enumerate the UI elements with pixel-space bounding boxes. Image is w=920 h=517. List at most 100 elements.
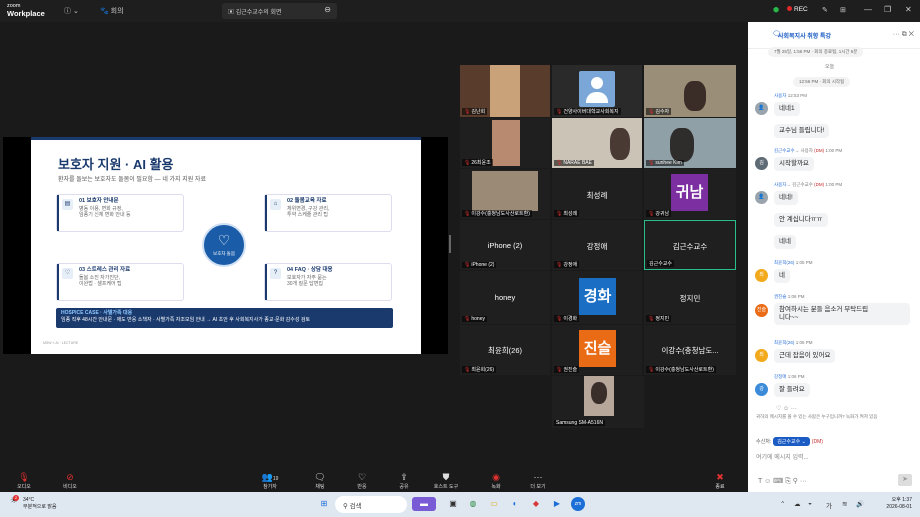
participants-button[interactable]: 👥19 참가자	[250, 471, 290, 490]
taskbar-search[interactable]: ⚲ 검색	[335, 496, 407, 513]
video-tile[interactable]: 귀남 🎙강귀남	[644, 169, 736, 219]
window-restore-button[interactable]: ❐	[884, 5, 891, 14]
minimize-view-icon[interactable]: ⊖	[324, 5, 331, 14]
avatar: 최	[755, 269, 768, 282]
more-button[interactable]: ⋯ 더 보기	[518, 471, 558, 490]
media-player-icon[interactable]: ▶	[550, 497, 564, 511]
participant-name: 김근수교수	[647, 260, 675, 267]
avatar: 진슬	[755, 304, 768, 317]
participant-name: 🎙이경화	[554, 315, 580, 322]
slide-subtitle: 환자를 돌보는 보호자도 돌봄이 필요함 — 네 가지 지원 자료	[58, 177, 206, 183]
end-meeting-button[interactable]: ✖ 종료	[700, 471, 740, 490]
video-tile[interactable]: 경화 🎙이경화	[552, 271, 642, 324]
participant-video	[610, 128, 630, 160]
video-tile[interactable]: honey 🎙honey	[460, 271, 550, 324]
ime-indicator[interactable]: 가	[826, 500, 832, 510]
mic-muted-icon: 🎙	[464, 109, 471, 115]
host-tools-button[interactable]: ⛊ 호스트 도구	[426, 471, 466, 490]
participant-video	[584, 376, 614, 416]
reaction-icons[interactable]: ♡ ☺ ···	[776, 405, 797, 412]
video-tile[interactable]: 🎙sunhee Kim	[644, 118, 736, 168]
windows-start-icon[interactable]: ⊞	[317, 497, 331, 511]
video-tile-active-speaker[interactable]: 김근수교수 김근수교수	[644, 220, 736, 270]
share-button[interactable]: ⇪ 공유	[384, 471, 424, 490]
mic-muted-icon: 🎙	[648, 316, 655, 322]
chat-title: 사회복지사 취향 특강	[778, 34, 832, 40]
chat-header-actions[interactable]: ··· ⧉ ✕	[893, 31, 914, 39]
video-tile[interactable]: 최성례 🎙최성례	[552, 169, 642, 219]
app-icon[interactable]: ◆	[529, 497, 543, 511]
guardian-care-hub: ♡ 보호자 돌봄	[202, 223, 246, 267]
weather-widget[interactable]: ☀ 2 34°C 부분적으로 맑음	[10, 495, 57, 511]
more-icon: ⋯	[533, 472, 543, 482]
chat-message: 네네	[774, 235, 796, 249]
meeting-info-button[interactable]: ⓘ ⌄	[64, 6, 79, 16]
video-tile[interactable]: 이강수(충청남도... 🎙이강수(충청남도사산로트환)	[644, 325, 736, 375]
file-explorer-icon[interactable]: ▭	[487, 497, 501, 511]
message-sender: 김근수교수→ 사용자 (DM) 1:00 PM	[774, 148, 843, 153]
video-tile[interactable]: Samsung SM-A516N	[552, 376, 644, 428]
zoom-app-icon[interactable]: zm	[571, 497, 585, 511]
app-icon[interactable]: ▬	[412, 497, 436, 511]
participant-name: 🎙정지민	[646, 315, 672, 322]
recipient-dropdown[interactable]: 김근수교수 ⌄	[773, 437, 810, 446]
participant-video	[490, 65, 520, 117]
participant-name: 🎙강귀남	[646, 210, 672, 217]
task-view-icon[interactable]: ▣	[446, 497, 460, 511]
video-button[interactable]: ⊘ 비디오	[50, 471, 90, 490]
send-button[interactable]: ➤	[898, 474, 912, 486]
edge-icon[interactable]: ◐	[508, 497, 522, 511]
video-tile[interactable]: 🎙NARAE BAE	[552, 118, 642, 168]
participants-icon: 👥19	[261, 472, 279, 482]
question-icon: ?	[270, 268, 281, 279]
chrome-icon[interactable]: ◍	[466, 497, 480, 511]
video-tile[interactable]: 🎙김난희	[460, 65, 550, 117]
meeting-started-note: 12:56 PM · 회의 시작됨	[793, 77, 851, 87]
react-button[interactable]: ♡ 반응	[342, 471, 382, 490]
annotate-icon[interactable]: ✎	[822, 6, 828, 14]
window-close-button[interactable]: ✕	[905, 5, 912, 14]
participant-name: 🎙김난희	[462, 108, 488, 115]
card-stress-management: ♡ 03 스트레스 관리 자료 돌봄 소진 자가진단, 이완법 · 셀프케어 팁	[56, 263, 184, 301]
chat-message: 네	[774, 269, 790, 283]
audio-button[interactable]: 🎙 오디오	[4, 471, 44, 490]
volume-icon[interactable]: 🔊	[856, 500, 864, 508]
video-tile[interactable]: iPhone (2) 🎙iPhone (2)	[460, 220, 550, 270]
chat-button[interactable]: 🗨 채팅	[300, 471, 340, 490]
participant-video	[492, 120, 520, 166]
video-tile[interactable]: 정지민 🎙정지민	[644, 271, 736, 324]
system-clock[interactable]: 오후 1:37 2026-08-01	[886, 497, 912, 511]
mic-muted-icon: 🎙	[556, 262, 563, 268]
chat-input-toolbar[interactable]: T ☺ ⌨ ⎘ ⚲ ···	[758, 477, 807, 486]
tray-arrow-icon[interactable]: ⌃	[780, 500, 785, 508]
video-tile[interactable]: 🎙김수자	[644, 65, 736, 117]
video-tile[interactable]: 강정애 🎙강정애	[552, 220, 642, 270]
video-tile[interactable]: 진슬 🎙권진슬	[552, 325, 642, 375]
meeting-title-tab[interactable]: ▣ 김근수교수의 회면 ⊖	[222, 3, 337, 19]
window-minimize-button[interactable]: —	[864, 5, 872, 14]
recording-indicator[interactable]: REC	[787, 6, 808, 13]
search-icon: ⚲	[343, 503, 348, 510]
chat-message-input[interactable]: 여기에 메시지 입력...	[756, 452, 809, 461]
meeting-user-menu[interactable]: 🐾 회의	[100, 6, 124, 16]
tray-icon[interactable]: ☁	[794, 500, 801, 508]
tray-icon[interactable]: ◒	[808, 500, 812, 507]
participant-video	[684, 81, 706, 111]
view-grid-icon[interactable]: ⊞	[840, 6, 846, 14]
participant-name: 🎙iPhone (2)	[462, 262, 497, 268]
security-shield-icon[interactable]: ⬢	[773, 6, 779, 14]
video-tile[interactable]: 🎙이강수(충청남도사산로트환)	[460, 169, 550, 219]
panel-resize-handle[interactable]	[449, 235, 451, 253]
card-guardian-guide: ▤ 01 보호자 안내문 병동 이용, 면회 규정, 임종기 신체 변화 안내 등	[56, 194, 184, 232]
recipient-selector[interactable]: 수신처: 김근수교수 ⌄ (DM)	[756, 437, 823, 446]
participant-video	[472, 171, 538, 211]
participant-display-name: honey	[494, 293, 516, 302]
video-tile[interactable]: 🎙건양사이버대학교사회복지	[552, 65, 642, 117]
video-tile[interactable]: 🎙26최윤조	[460, 118, 550, 168]
chat-message: 안 계십니다ㅠㅠ	[774, 213, 828, 227]
record-button[interactable]: ◉ 녹화	[476, 471, 516, 490]
video-tile[interactable]: 최윤희(26) 🎙최윤희(26)	[460, 325, 550, 375]
wifi-icon[interactable]: ≋	[842, 500, 847, 508]
avatar: 👤	[755, 191, 768, 204]
avatar: 김	[755, 157, 768, 170]
